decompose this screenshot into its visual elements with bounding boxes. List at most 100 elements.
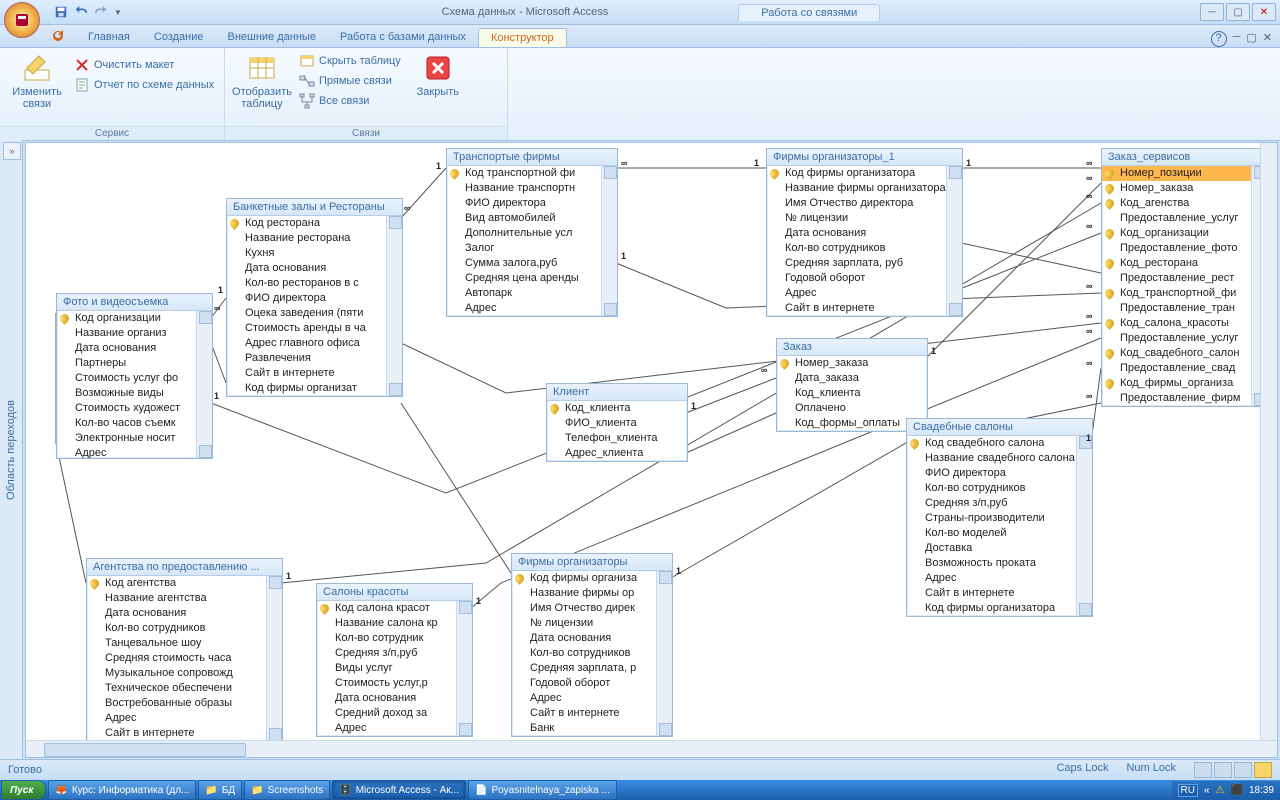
table-field[interactable]: Предоставление_услуг bbox=[1102, 331, 1261, 346]
table-field[interactable]: Название агентства bbox=[87, 591, 282, 606]
table-photo[interactable]: Фото и видеосъемкаКод организацииНазвани… bbox=[56, 293, 213, 459]
table-field[interactable]: Код организации bbox=[57, 311, 212, 326]
table-field[interactable]: Возможность проката bbox=[907, 556, 1092, 571]
table-org[interactable]: Фирмы организаторыКод фирмы организаНазв… bbox=[511, 553, 673, 737]
taskbar-item[interactable]: 🗄️Microsoft Access - Ак... bbox=[332, 780, 466, 800]
start-button[interactable]: Пуск bbox=[1, 780, 46, 800]
table-field[interactable]: Годовой оборот bbox=[512, 676, 672, 691]
table-field[interactable]: Стоимость услуг фо bbox=[57, 371, 212, 386]
table-field[interactable]: Автопарк bbox=[447, 286, 617, 301]
mdi-minimize-icon[interactable]: ─ bbox=[1233, 31, 1241, 47]
table-field[interactable]: ФИО директора bbox=[447, 196, 617, 211]
table-header[interactable]: Банкетные залы и Рестораны bbox=[227, 199, 402, 216]
table-field[interactable]: Средняя зарплата, р bbox=[512, 661, 672, 676]
table-header[interactable]: Фирмы организаторы bbox=[512, 554, 672, 571]
table-field[interactable]: Кол-во ресторанов в с bbox=[227, 276, 402, 291]
table-field[interactable]: Адрес bbox=[907, 571, 1092, 586]
table-field[interactable]: Адрес bbox=[317, 721, 472, 736]
table-field[interactable]: ФИО директора bbox=[907, 466, 1092, 481]
ribbon-tab[interactable]: Создание bbox=[142, 28, 216, 47]
taskbar-item[interactable]: 🦊Курс: Информатика (дл... bbox=[48, 780, 196, 800]
table-field[interactable]: Доставка bbox=[907, 541, 1092, 556]
table-header[interactable]: Свадебные салоны bbox=[907, 419, 1092, 436]
table-field[interactable]: Адрес bbox=[767, 286, 962, 301]
table-field[interactable]: ФИО директора bbox=[227, 291, 402, 306]
table-org1[interactable]: Фирмы организаторы_1Код фирмы организато… bbox=[766, 148, 963, 317]
table-field[interactable]: Название салона кр bbox=[317, 616, 472, 631]
table-field[interactable]: Дополнительные усл bbox=[447, 226, 617, 241]
close-relationships-button[interactable]: Закрыть bbox=[407, 50, 469, 100]
show-table-button[interactable]: Отобразить таблицу bbox=[231, 50, 293, 112]
table-field[interactable]: Сайт в интернете bbox=[907, 586, 1092, 601]
table-field[interactable]: Дата основания bbox=[512, 631, 672, 646]
qat-dropdown-icon[interactable]: ▼ bbox=[114, 8, 122, 17]
table-field[interactable]: Код фирмы организатора bbox=[767, 166, 962, 181]
relationships-canvas[interactable]: Фото и видеосъемкаКод организации Названи… bbox=[25, 142, 1278, 758]
table-field[interactable]: Оплачено bbox=[777, 401, 927, 416]
table-field[interactable]: Номер_позиции bbox=[1102, 166, 1261, 181]
undo-icon[interactable] bbox=[74, 5, 88, 19]
table-scrollbar[interactable] bbox=[386, 216, 402, 396]
table-field[interactable]: Адрес bbox=[57, 446, 212, 458]
table-field[interactable]: Банк bbox=[512, 721, 672, 736]
table-header[interactable]: Заказ_сервисов bbox=[1102, 149, 1261, 166]
table-field[interactable]: Партнеры bbox=[57, 356, 212, 371]
table-header[interactable]: Клиент bbox=[547, 384, 687, 401]
table-field[interactable]: Название фирмы ор bbox=[512, 586, 672, 601]
table-header[interactable]: Фото и видеосъемка bbox=[57, 294, 212, 311]
table-field[interactable]: Код_салона_красоты bbox=[1102, 316, 1261, 331]
table-field[interactable]: Адрес bbox=[87, 711, 282, 726]
taskbar-item[interactable]: 📁БД bbox=[198, 780, 242, 800]
table-field[interactable]: Сайт в интернете bbox=[227, 366, 402, 381]
mdi-restore-icon[interactable]: ▢ bbox=[1246, 31, 1256, 47]
table-field[interactable]: Дата основания bbox=[227, 261, 402, 276]
tray-icon[interactable]: ⚠ bbox=[1216, 785, 1225, 796]
ribbon-tab[interactable]: Работа с базами данных bbox=[328, 28, 478, 47]
table-field[interactable]: Сайт в интернете bbox=[512, 706, 672, 721]
table-field[interactable]: Адрес bbox=[447, 301, 617, 316]
view-buttons[interactable] bbox=[1194, 762, 1272, 778]
table-field[interactable]: Танцевальное шоу bbox=[87, 636, 282, 651]
table-field[interactable]: Вид автомобилей bbox=[447, 211, 617, 226]
ribbon-tab[interactable]: Внешние данные bbox=[216, 28, 328, 47]
navigation-pane-collapsed[interactable]: » Область переходов bbox=[0, 140, 23, 760]
table-sved[interactable]: Свадебные салоныКод свадебного салонаНаз… bbox=[906, 418, 1093, 617]
table-field[interactable]: Средняя стоимость часа bbox=[87, 651, 282, 666]
table-field[interactable]: Виды услуг bbox=[317, 661, 472, 676]
table-field[interactable]: ФИО_клиента bbox=[547, 416, 687, 431]
table-field[interactable]: Имя Отчество директора bbox=[767, 196, 962, 211]
hide-table-button[interactable]: Скрыть таблицу bbox=[297, 52, 403, 70]
tray-icon[interactable]: « bbox=[1204, 785, 1210, 796]
table-field[interactable]: Востребованные образы bbox=[87, 696, 282, 711]
table-field[interactable]: Код фирмы организат bbox=[227, 381, 402, 396]
table-field[interactable]: Кол-во сотрудников bbox=[87, 621, 282, 636]
table-field[interactable]: Код_формы_оплаты bbox=[777, 416, 927, 431]
table-field[interactable]: Стоимость аренды в ча bbox=[227, 321, 402, 336]
table-field[interactable]: Номер_заказа bbox=[1102, 181, 1261, 196]
table-field[interactable]: Код ресторана bbox=[227, 216, 402, 231]
table-field[interactable]: Дата_заказа bbox=[777, 371, 927, 386]
table-header[interactable]: Салоны красоты bbox=[317, 584, 472, 601]
table-field[interactable]: № лицензии bbox=[767, 211, 962, 226]
table-field[interactable]: Код_транспортной_фи bbox=[1102, 286, 1261, 301]
table-field[interactable]: Кол-во сотрудник bbox=[317, 631, 472, 646]
mdi-close-icon[interactable]: ✕ bbox=[1263, 31, 1272, 47]
table-salon[interactable]: Салоны красотыКод салона красотНазвание … bbox=[316, 583, 473, 737]
table-scrollbar[interactable] bbox=[266, 576, 282, 741]
table-field[interactable]: Название транспортн bbox=[447, 181, 617, 196]
table-field[interactable]: Код_клиента bbox=[777, 386, 927, 401]
table-scrollbar[interactable] bbox=[1076, 436, 1092, 616]
table-scrollbar[interactable] bbox=[946, 166, 962, 316]
table-field[interactable]: Код агентства bbox=[87, 576, 282, 591]
table-field[interactable]: Телефон_клиента bbox=[547, 431, 687, 446]
table-field[interactable]: Кол-во моделей bbox=[907, 526, 1092, 541]
office-button[interactable] bbox=[4, 2, 40, 38]
table-field[interactable]: Код свадебного салона bbox=[907, 436, 1092, 451]
table-agent[interactable]: Агентства по предоставлению ...Код агент… bbox=[86, 558, 283, 741]
table-klient[interactable]: КлиентКод_клиентаФИО_клиентаТелефон_клие… bbox=[546, 383, 688, 462]
table-field[interactable]: Сумма залога,руб bbox=[447, 256, 617, 271]
table-field[interactable]: Адрес_клиента bbox=[547, 446, 687, 461]
table-trans[interactable]: Транспортые фирмыКод транспортной фиНазв… bbox=[446, 148, 618, 317]
table-field[interactable]: Код фирмы организатора bbox=[907, 601, 1092, 616]
table-field[interactable]: Страны-производители bbox=[907, 511, 1092, 526]
